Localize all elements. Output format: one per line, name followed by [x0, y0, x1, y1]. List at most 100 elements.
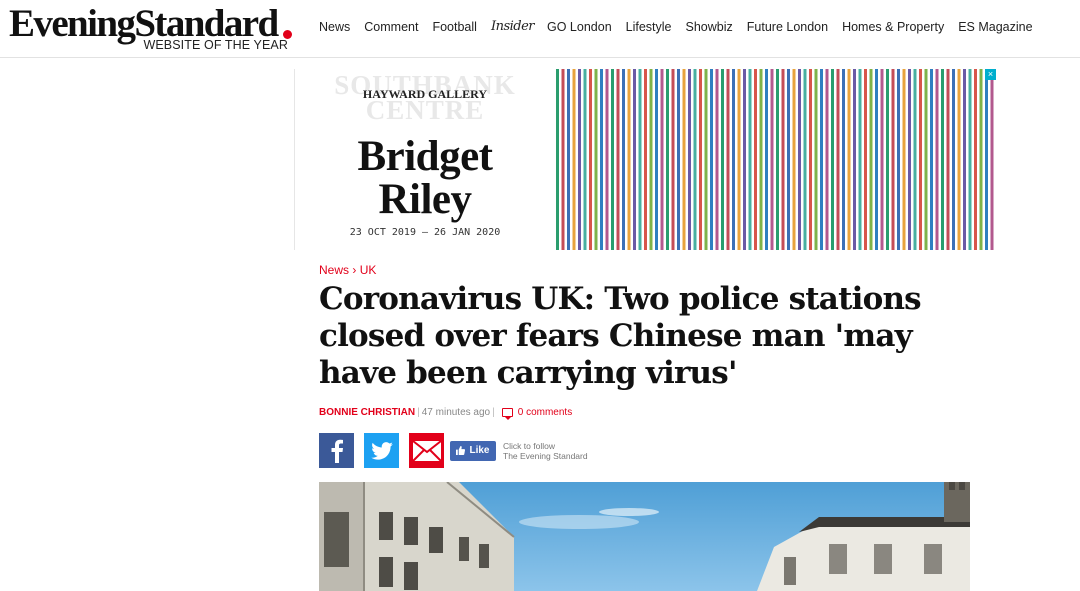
- byline-divider: |: [417, 407, 420, 418]
- advert-stripe: [572, 69, 576, 250]
- comments-link[interactable]: 0 comments: [501, 407, 572, 420]
- comment-icon: [501, 408, 513, 420]
- facebook-like-button[interactable]: Like: [450, 440, 496, 461]
- advert-stripe: [660, 69, 664, 250]
- publish-time: 47 minutes ago: [421, 407, 491, 418]
- advert-stripe: [699, 69, 702, 250]
- advert-stripe: [633, 69, 636, 250]
- advert-stripe: [611, 69, 614, 250]
- nav-homes-property[interactable]: Homes & Property: [842, 20, 944, 34]
- advert-stripe: [770, 69, 774, 250]
- breadcrumb-news[interactable]: News: [319, 263, 349, 277]
- advert-stripe: [842, 69, 845, 250]
- advert-stripe: [583, 69, 587, 250]
- advert-stripe: [578, 69, 581, 250]
- article-hero-image: [319, 482, 970, 591]
- site-header: EveningStandard WEBSITE OF THE YEAR News…: [0, 0, 1080, 58]
- main-nav: News Comment Football Insider GO London …: [319, 19, 1047, 34]
- advert-stripe: [935, 69, 939, 250]
- advert-stripe: [594, 69, 598, 250]
- advert-stripe: [919, 69, 922, 250]
- advert-stripe: [836, 69, 840, 250]
- article-headline: Coronavirus UK: Two police stations clos…: [319, 281, 922, 391]
- advert-stripe: [682, 69, 686, 250]
- breadcrumb: News › UK: [319, 263, 376, 277]
- advert-text-panel: SOUTHBANK CENTRE HAYWARD GALLERY Bridget…: [295, 69, 555, 250]
- advert-stripe: [968, 69, 972, 250]
- author-link[interactable]: BONNIE CHRISTIAN: [319, 407, 415, 418]
- advert-stripe: [974, 69, 977, 250]
- advert-stripe: [792, 69, 796, 250]
- advert-title-line1: Bridget: [357, 133, 493, 180]
- nav-football[interactable]: Football: [432, 20, 476, 34]
- advert-stripe: [721, 69, 724, 250]
- advert-stripe: [605, 69, 609, 250]
- advert-stripe: [979, 69, 983, 250]
- advert-stripe: [776, 69, 779, 250]
- nav-showbiz[interactable]: Showbiz: [686, 20, 733, 34]
- advert-stripe: [644, 69, 647, 250]
- facebook-icon: [331, 439, 343, 463]
- advert-stripe: [787, 69, 790, 250]
- advert-stripe: [649, 69, 653, 250]
- nav-es-magazine[interactable]: ES Magazine: [958, 20, 1032, 34]
- advert-stripe: [556, 69, 559, 250]
- advert-stripe: [798, 69, 801, 250]
- nav-go-london[interactable]: GO London: [547, 20, 612, 34]
- follow-prompt[interactable]: Click to follow The Evening Standard: [503, 441, 588, 461]
- advert-stripe: [726, 69, 730, 250]
- advert-stripe: [765, 69, 768, 250]
- envelope-icon: [411, 439, 442, 462]
- like-label: Like: [469, 445, 490, 456]
- facebook-share-button[interactable]: [319, 433, 354, 468]
- thumbs-up-icon: [456, 446, 466, 455]
- nav-future-london[interactable]: Future London: [747, 20, 828, 34]
- advert-stripe: [688, 69, 691, 250]
- advert-stripe: [880, 69, 884, 250]
- advert-stripe: [737, 69, 741, 250]
- twitter-icon: [370, 441, 393, 460]
- nav-lifestyle[interactable]: Lifestyle: [626, 20, 672, 34]
- advert-stripe: [963, 69, 966, 250]
- advert-stripe: [754, 69, 757, 250]
- twitter-share-button[interactable]: [364, 433, 399, 468]
- advert-stripe: [655, 69, 658, 250]
- logo-tagline: WEBSITE OF THE YEAR: [143, 38, 288, 52]
- breadcrumb-separator: ›: [352, 263, 357, 277]
- advert-stripe: [616, 69, 620, 250]
- nav-comment[interactable]: Comment: [364, 20, 418, 34]
- advert-stripe: [803, 69, 807, 250]
- advert-stripe: [748, 69, 752, 250]
- advert-stripe: [908, 69, 911, 250]
- breadcrumb-uk[interactable]: UK: [360, 263, 377, 277]
- advert-close-icon[interactable]: ×: [985, 69, 996, 80]
- advert-stripe: [732, 69, 735, 250]
- advert-stripe: [561, 69, 565, 250]
- follow-line2: The Evening Standard: [503, 450, 588, 461]
- nav-news[interactable]: News: [319, 20, 350, 34]
- advert-stripe: [847, 69, 851, 250]
- advert-stripe-artwork: [556, 69, 994, 250]
- advert-stripe: [902, 69, 906, 250]
- advert-stripe: [809, 69, 812, 250]
- advert-stripe: [781, 69, 785, 250]
- advert-stripe: [853, 69, 856, 250]
- advert-stripe: [638, 69, 642, 250]
- advert-stripe: [710, 69, 713, 250]
- advert-stripe: [886, 69, 889, 250]
- advert-stripe: [913, 69, 917, 250]
- nav-insider[interactable]: Insider: [491, 19, 535, 34]
- site-logo[interactable]: EveningStandard WEBSITE OF THE YEAR: [9, 4, 294, 54]
- advert-title-line2: Riley: [378, 176, 472, 223]
- advert-stripe: [627, 69, 631, 250]
- street-scene-image: [319, 482, 970, 591]
- email-share-button[interactable]: [409, 433, 444, 468]
- advert-stripe: [704, 69, 708, 250]
- advert-stripe: [985, 69, 988, 250]
- byline-divider: |: [492, 407, 495, 418]
- advert-stripe: [946, 69, 950, 250]
- advert-stripe: [924, 69, 928, 250]
- advert-stripe: [671, 69, 675, 250]
- advert-stripe: [715, 69, 719, 250]
- advert-banner[interactable]: SOUTHBANK CENTRE HAYWARD GALLERY Bridget…: [294, 69, 996, 250]
